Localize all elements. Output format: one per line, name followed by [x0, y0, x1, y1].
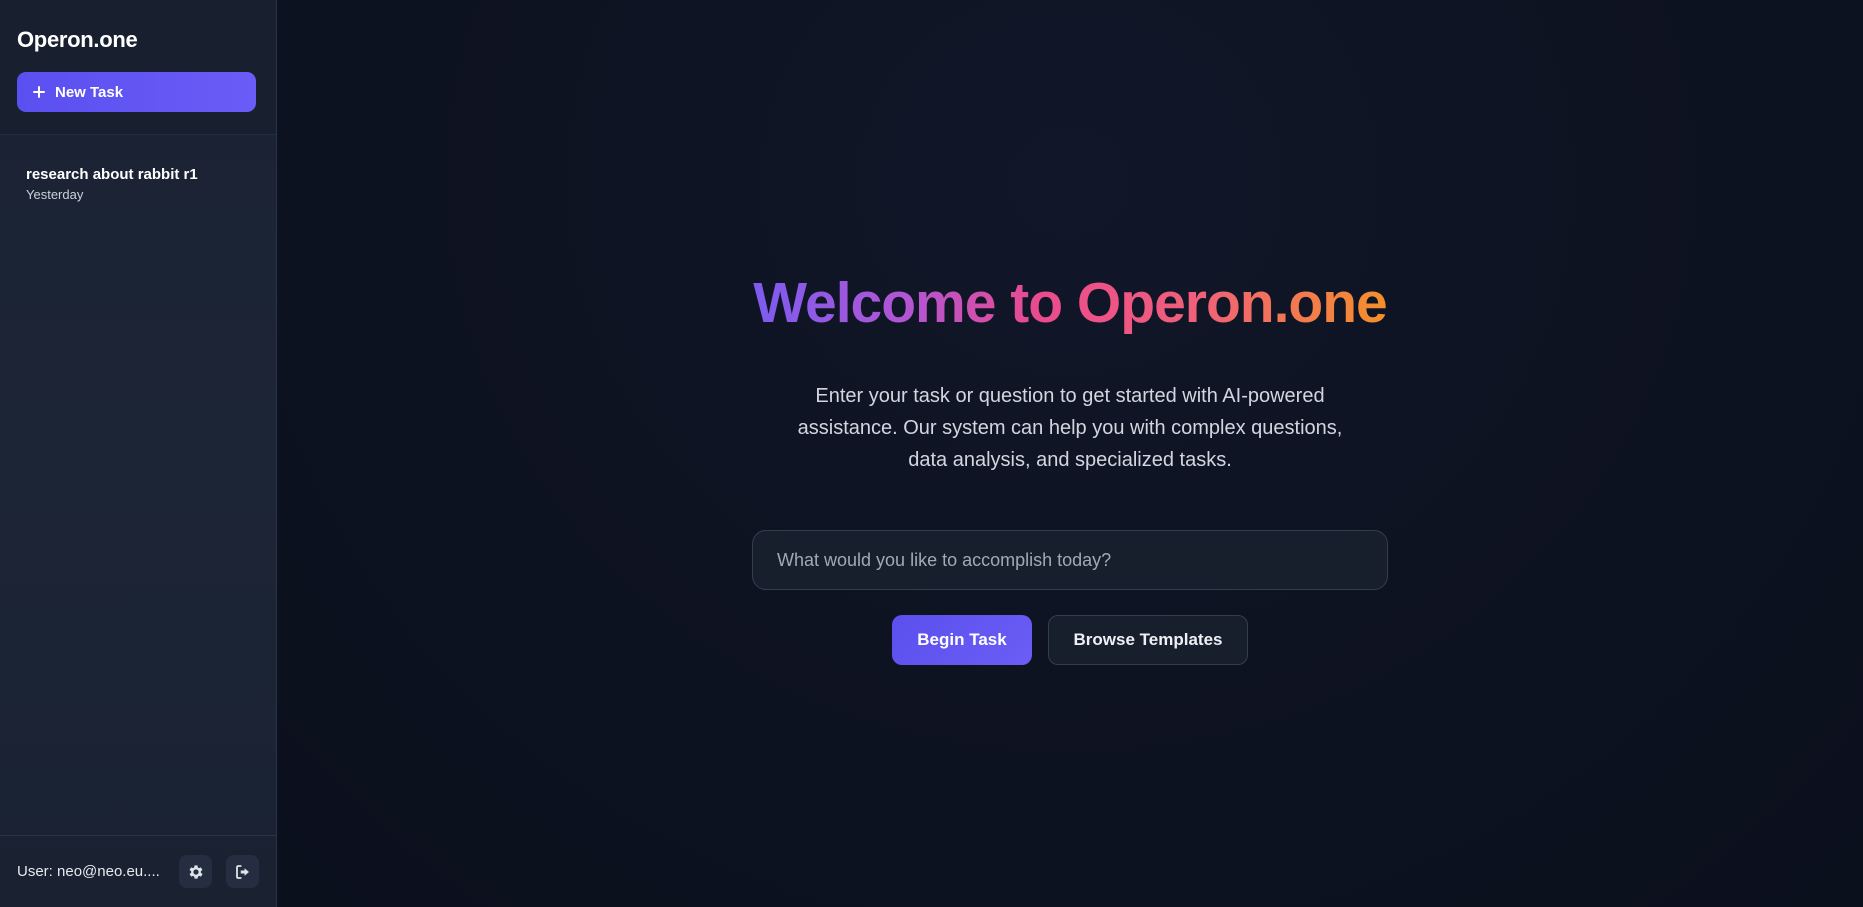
welcome-description: Enter your task or question to get start…	[797, 385, 1343, 471]
sidebar: Operon.one New Task research about rabbi…	[0, 0, 277, 907]
task-history-list: research about rabbit r1 Yesterday	[0, 135, 276, 835]
new-task-label: New Task	[55, 83, 124, 101]
user-label: User: neo@neo.eu....	[17, 863, 160, 880]
logout-button[interactable]	[226, 855, 259, 888]
app-window: Operon.one New Task research about rabbi…	[0, 0, 1863, 907]
new-task-button[interactable]: New Task	[17, 72, 256, 112]
gear-icon	[189, 864, 203, 879]
user-footer: User: neo@neo.eu....	[0, 835, 276, 907]
sign-out-icon	[235, 864, 249, 879]
begin-task-button[interactable]: Begin Task	[892, 615, 1032, 665]
sidebar-header: Operon.one New Task	[0, 0, 276, 135]
page-title: Welcome to Operon.one	[753, 268, 1388, 338]
task-input[interactable]	[752, 530, 1388, 590]
history-item-date: Yesterday	[26, 187, 84, 202]
history-item-title: research about rabbit r1	[26, 166, 198, 183]
action-buttons: Begin Task Browse Templates	[892, 615, 1248, 665]
brand-logo: Operon.one	[17, 27, 138, 52]
welcome-section: Welcome to Operon.one Enter your task or…	[277, 268, 1863, 665]
browse-templates-button[interactable]: Browse Templates	[1048, 615, 1248, 665]
main-content: Welcome to Operon.one Enter your task or…	[277, 0, 1863, 907]
plus-icon	[32, 85, 46, 99]
history-item[interactable]: research about rabbit r1 Yesterday	[0, 165, 276, 204]
settings-button[interactable]	[179, 855, 212, 888]
